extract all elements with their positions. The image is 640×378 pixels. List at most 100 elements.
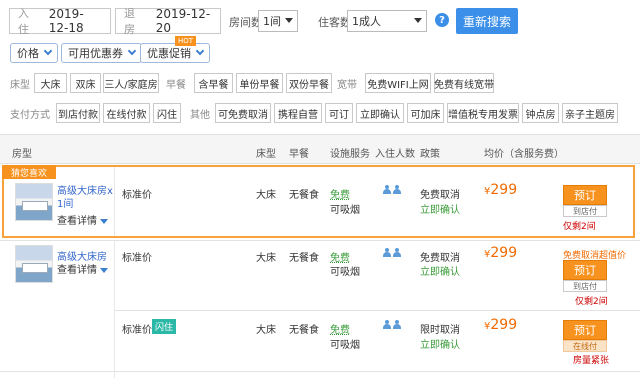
filter-flash-stay[interactable]: 闪住 <box>153 103 181 123</box>
checkout-label: 退房 <box>124 7 135 36</box>
payment-filter-label: 支付方式 <box>10 110 50 121</box>
header-policy: 政策 <box>420 149 440 160</box>
facility-smoking: 可吸烟 <box>330 267 360 278</box>
filter-instant-confirm[interactable]: 立即确认 <box>356 103 404 123</box>
row-divider <box>0 240 640 241</box>
availability-note: 房量紧张 <box>573 356 610 366</box>
facility-free[interactable]: 免费 <box>330 186 350 201</box>
policy-confirm: 立即确认 <box>420 205 460 216</box>
room-thumbnail[interactable] <box>15 183 53 221</box>
room-name[interactable]: 高级大床房x 1间 <box>57 185 113 211</box>
book-button[interactable]: 预订 <box>563 260 607 280</box>
bed-filter-label: 床型 <box>10 80 30 91</box>
view-details-label: 查看详情 <box>57 265 97 276</box>
filter-wired[interactable]: 免费有线宽带 <box>434 73 494 93</box>
header-breakfast: 早餐 <box>289 149 309 160</box>
policy-cancel[interactable]: 限时取消 <box>420 321 460 336</box>
view-details-link[interactable]: 查看详情 <box>57 261 108 276</box>
chevron-down-icon <box>195 46 205 56</box>
help-icon[interactable]: ? <box>435 13 449 27</box>
filter-bookable[interactable]: 可订 <box>325 103 353 123</box>
filter-breakfast-single[interactable]: 单份早餐 <box>236 73 283 93</box>
facility-free[interactable]: 免费 <box>330 249 350 264</box>
person-icon <box>393 185 401 195</box>
rate-name: 标准价 <box>122 325 152 336</box>
row-divider <box>0 371 640 372</box>
filter-vat-invoice[interactable]: 增值税专用发票 <box>447 103 519 123</box>
filter-pay-at-hotel[interactable]: 到店付款 <box>56 103 100 123</box>
filter-bed-large[interactable]: 大床 <box>34 73 67 93</box>
filter-free-cancel[interactable]: 可免费取消 <box>215 103 271 123</box>
filter-extra-bed[interactable]: 可加床 <box>407 103 444 123</box>
pay-at-hotel-tag: 到店付 <box>563 280 607 292</box>
promo-dropdown[interactable]: 优惠促销 <box>140 43 210 63</box>
breakfast-info: 无餐食 <box>289 325 319 336</box>
coupon-dropdown-label: 可用优惠券 <box>68 47 123 60</box>
facility-smoking: 可吸烟 <box>330 340 360 351</box>
book-button[interactable]: 预订 <box>563 185 607 205</box>
room-price: ¥299 <box>484 317 517 333</box>
filter-breakfast-included[interactable]: 含早餐 <box>194 73 233 93</box>
broadband-filter-label: 宽带 <box>337 80 357 91</box>
view-details-link[interactable]: 查看详情 <box>57 212 108 227</box>
filter-bed-family[interactable]: 三人/家庭房 <box>103 73 159 93</box>
header-occupancy: 入住人数 <box>375 149 415 160</box>
chevron-down-icon <box>285 18 293 23</box>
filter-ctrip-owned[interactable]: 携程自营 <box>274 103 322 123</box>
person-icon <box>383 248 391 258</box>
room-price: ¥299 <box>484 182 517 198</box>
filter-wifi[interactable]: 免费WIFI上网 <box>365 73 431 93</box>
bed-type: 大床 <box>256 325 276 336</box>
policy-cancel[interactable]: 免费取消 <box>420 249 460 264</box>
view-details-label: 查看详情 <box>57 216 97 227</box>
breakfast-info: 无餐食 <box>289 253 319 264</box>
policy-confirm: 立即确认 <box>420 267 460 278</box>
person-icon <box>393 248 401 258</box>
pay-online-tag: 在线付 <box>563 340 607 352</box>
price-value: 299 <box>490 317 518 333</box>
price-dropdown[interactable]: 价格 <box>10 43 58 63</box>
guests-select[interactable]: 1成人 <box>347 10 427 32</box>
filter-pay-online[interactable]: 在线付款 <box>103 103 150 123</box>
guests-value: 1成人 <box>352 15 381 28</box>
row-divider <box>115 310 640 311</box>
room-thumbnail[interactable] <box>15 245 53 283</box>
hot-badge: HOT <box>175 36 197 46</box>
breakfast-info: 无餐食 <box>289 190 319 201</box>
header-room-type: 房型 <box>12 149 32 160</box>
room-price: ¥299 <box>484 245 517 261</box>
help-glyph: ? <box>439 14 445 26</box>
person-icon <box>393 320 401 330</box>
rooms-select[interactable]: 1间 <box>258 10 298 32</box>
person-icon <box>383 320 391 330</box>
search-button[interactable]: 重新搜索 <box>456 8 518 34</box>
bed-type: 大床 <box>256 190 276 201</box>
checkin-label: 入住 <box>18 7 29 36</box>
checkin-field[interactable]: 入住 2019-12-18 <box>9 7 111 36</box>
book-button[interactable]: 预订 <box>563 320 607 340</box>
facility-free[interactable]: 免费 <box>330 321 350 336</box>
header-facility: 设施服务 <box>330 149 370 160</box>
filter-breakfast-double[interactable]: 双份早餐 <box>286 73 332 93</box>
bed-type: 大床 <box>256 253 276 264</box>
coupon-dropdown[interactable]: 可用优惠券 <box>61 43 142 63</box>
column-divider <box>114 167 115 236</box>
filter-bed-twin[interactable]: 双床 <box>70 73 101 93</box>
guess-you-like-badge: 猜您喜欢 <box>2 165 56 179</box>
chevron-down-icon <box>127 46 137 56</box>
rate-name: 标准价 <box>122 190 152 201</box>
price-value: 299 <box>490 182 518 198</box>
chevron-down-icon <box>43 46 53 56</box>
remaining-rooms: 仅剩2间 <box>563 222 596 232</box>
header-avg-price: 均价（含服务费） <box>484 149 564 160</box>
remaining-rooms: 仅剩2间 <box>575 297 608 307</box>
filter-hourly-room[interactable]: 钟点房 <box>522 103 559 123</box>
rooms-value: 1间 <box>263 15 281 28</box>
policy-cancel[interactable]: 免费取消 <box>420 186 460 201</box>
checkout-field[interactable]: 退房 2019-12-20 <box>115 7 221 36</box>
filter-kids-theme[interactable]: 亲子主题房 <box>562 103 618 123</box>
promo-dropdown-label: 优惠促销 <box>147 47 191 60</box>
caret-down-icon <box>100 267 108 273</box>
price-value: 299 <box>490 245 518 261</box>
facility-smoking: 可吸烟 <box>330 205 360 216</box>
